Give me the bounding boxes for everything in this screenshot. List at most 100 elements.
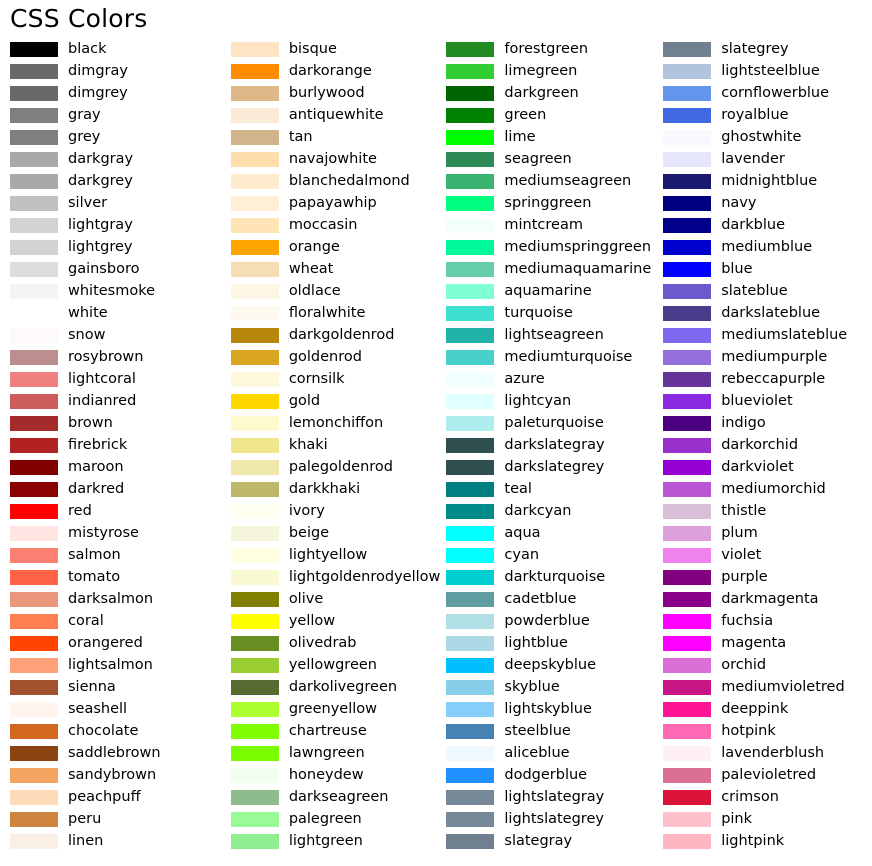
color-name-label: lightcoral [68, 371, 136, 387]
color-name-label: lightcyan [504, 393, 572, 409]
color-name-label: yellow [288, 613, 336, 629]
color-swatch [230, 261, 279, 277]
color-swatch [10, 789, 58, 805]
color-swatch [230, 437, 279, 453]
color-swatch [663, 437, 712, 453]
color-name-label: hotpink [721, 723, 776, 739]
color-name-label: palegoldenrod [288, 459, 393, 475]
color-name-label: darkkhaki [288, 481, 361, 497]
color-swatch [663, 481, 712, 497]
color-row: palegoldenrod [230, 456, 441, 478]
color-name-label: olivedrab [288, 635, 357, 651]
color-name-label: peru [68, 811, 102, 827]
color-row: ivory [230, 500, 441, 522]
color-row: mediumspringgreen [446, 236, 655, 258]
color-name-label: powderblue [504, 613, 590, 629]
color-name-label: gold [288, 393, 321, 409]
color-swatch [10, 371, 58, 387]
color-row: orange [230, 236, 441, 258]
color-name-label: navy [721, 195, 757, 211]
color-swatch [446, 811, 495, 827]
color-row: sienna [10, 676, 219, 698]
color-row: lightsteelblue [663, 60, 872, 82]
color-swatch [230, 195, 279, 211]
color-name-label: floralwhite [288, 305, 366, 321]
color-swatch [663, 85, 712, 101]
color-name-label: oldlace [288, 283, 341, 299]
color-name-label: mediumorchid [721, 481, 826, 497]
color-row: mediumpurple [663, 346, 872, 368]
color-row: blue [663, 258, 872, 280]
color-swatch [663, 503, 712, 519]
color-name-label: papayawhip [288, 195, 377, 211]
color-row: silver [10, 192, 219, 214]
color-swatch [446, 481, 495, 497]
color-swatch [230, 415, 279, 431]
color-row: dimgrey [10, 82, 219, 104]
color-swatch [10, 723, 58, 739]
color-name-label: khaki [288, 437, 328, 453]
color-name-label: coral [68, 613, 104, 629]
color-swatch [10, 349, 58, 365]
color-row: lightpink [663, 830, 872, 852]
color-name-label: thistle [721, 503, 767, 519]
color-swatch [230, 129, 279, 145]
color-swatch [663, 63, 712, 79]
color-row: olivedrab [230, 632, 441, 654]
color-name-label: aqua [504, 525, 541, 541]
color-swatch [10, 173, 58, 189]
color-name-label: beige [288, 525, 330, 541]
color-row: forestgreen [446, 38, 655, 60]
color-name-label: deeppink [721, 701, 789, 717]
color-swatch [446, 261, 495, 277]
color-name-label: burlywood [288, 85, 365, 101]
color-row: seagreen [446, 148, 655, 170]
color-row: mediumseagreen [446, 170, 655, 192]
color-name-label: lavender [721, 151, 785, 167]
color-name-label: turquoise [504, 305, 573, 321]
color-name-label: lightyellow [288, 547, 368, 563]
color-swatch [230, 239, 279, 255]
color-row: fuchsia [663, 610, 872, 632]
color-name-label: chocolate [68, 723, 139, 739]
color-swatch [663, 107, 712, 123]
color-name-label: green [504, 107, 547, 123]
color-row: slateblue [663, 280, 872, 302]
color-row: lightsalmon [10, 654, 219, 676]
color-name-label: darkviolet [721, 459, 794, 475]
color-name-label: chartreuse [288, 723, 367, 739]
color-name-label: dodgerblue [504, 767, 588, 783]
color-row: palegreen [230, 808, 441, 830]
color-row: crimson [663, 786, 872, 808]
color-row: darkviolet [663, 456, 872, 478]
color-row: darkcyan [446, 500, 655, 522]
color-swatch [230, 459, 279, 475]
color-name-label: orchid [721, 657, 767, 673]
color-swatch [446, 217, 495, 233]
color-swatch [10, 437, 58, 453]
color-swatch [230, 107, 279, 123]
color-row: orangered [10, 632, 219, 654]
color-swatch [230, 767, 279, 783]
color-row: peachpuff [10, 786, 219, 808]
color-swatch [663, 723, 712, 739]
color-row: violet [663, 544, 872, 566]
color-name-label: cornsilk [288, 371, 345, 387]
color-name-label: lemonchiffon [288, 415, 384, 431]
color-swatch [446, 767, 495, 783]
color-name-label: sandybrown [68, 767, 157, 783]
color-swatch [663, 613, 712, 629]
color-name-label: silver [68, 195, 108, 211]
color-swatch [230, 173, 279, 189]
color-row: darkorchid [663, 434, 872, 456]
color-name-label: aliceblue [504, 745, 570, 761]
color-row: slategrey [663, 38, 872, 60]
color-row: limegreen [446, 60, 655, 82]
color-name-label: plum [721, 525, 758, 541]
color-name-label: paleturquoise [504, 415, 604, 431]
color-swatch [663, 701, 712, 717]
color-swatch [446, 525, 495, 541]
color-swatch [663, 789, 712, 805]
color-swatch [446, 393, 495, 409]
color-row: purple [663, 566, 872, 588]
